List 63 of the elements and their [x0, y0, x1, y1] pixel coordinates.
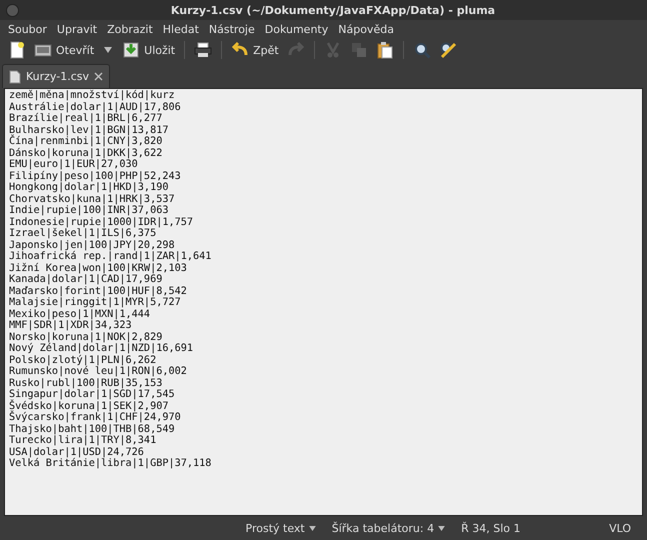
text-line: Turecko|lira|1|TRY|8,341 [9, 435, 158, 446]
menu-item[interactable]: Nápověda [333, 22, 399, 36]
text-line: Indie|rupie|100|INR|37,063 [9, 205, 170, 216]
save-icon [122, 41, 140, 59]
printer-icon [194, 41, 212, 59]
text-line: Chorvatsko|kuna|1|HRK|3,537 [9, 194, 176, 205]
replace-icon [438, 41, 457, 59]
menu-item[interactable]: Zobrazit [102, 22, 158, 36]
paste-icon [376, 41, 394, 59]
document-icon [9, 70, 21, 84]
text-line: Kanada|dolar|1|CAD|17,969 [9, 274, 164, 286]
text-line: Polsko|zlotý|1|PLN|6,262 [9, 354, 158, 366]
text-line: Švédsko|koruna|1|SEK|2,907 [9, 400, 168, 412]
text-line: Brazílie|real|1|BRL|6,277 [9, 113, 164, 124]
text-line: Velká Británie|libra|1|GBP|37,118 [9, 458, 212, 470]
caret-icon [308, 526, 316, 530]
text-line: Izrael|šekel|1|ILS|6,375 [9, 228, 158, 240]
text-line: Singapur|dolar|1|SGD|17,545 [9, 389, 176, 400]
document-tab[interactable]: Kurzy-1.csv [2, 64, 110, 88]
text-line: Bulharsko|lev|1|BGN|13,817 [9, 124, 170, 136]
text-line: USA|dolar|1|USD|24,726 [9, 446, 145, 458]
menu-item[interactable]: Soubor [3, 22, 52, 36]
tab-width-selector[interactable]: Šířka tabelátoru: 4 [324, 522, 454, 534]
save-button[interactable]: Uložit [119, 39, 178, 61]
text-line: Filipíny|peso|100|PHP|52,243 [9, 170, 182, 182]
text-line: MMF|SDR|1|XDR|34,323 [9, 320, 133, 332]
text-line: Nový Zéland|dolar|1|NZD|16,691 [9, 343, 194, 354]
text-line: Švýcarsko|frank|1|CHF|24,970 [9, 412, 182, 424]
text-line: Mexiko|peso|1|MXN|1,444 [9, 308, 152, 320]
menu-item[interactable]: Hledat [158, 22, 204, 36]
new-file-icon [8, 41, 26, 59]
syntax-selector[interactable]: Prostý text [238, 522, 324, 534]
close-icon[interactable] [94, 72, 104, 81]
text-line: Jihoafrická rep.|rand|1|ZAR|1,641 [9, 251, 212, 262]
text-line: Thajsko|baht|100|THB|68,549 [9, 424, 176, 435]
window-title: Kurzy-1.csv (~/Dokumenty/JavaFXApp/Data) - pluma [170, 4, 496, 16]
text-line: Jižní Korea|won|100|KRW|2,103 [9, 262, 188, 274]
caret-icon [438, 526, 446, 530]
open-button[interactable]: Otevřít [31, 39, 98, 61]
menu-item[interactable]: Nástroje [204, 22, 260, 36]
text-line: Norsko|koruna|1|NOK|2,829 [9, 332, 164, 342]
text-line: Indonesie|rupie|1000|IDR|1,757 [9, 216, 194, 228]
insert-mode: VLO [608, 522, 632, 534]
undo-button[interactable]: Zpět [228, 39, 282, 61]
text-line: Čína|renminbi|1|CNY|3,820 [9, 136, 162, 148]
text-line: Rumunsko|nové leu|1|RON|6,002 [9, 366, 188, 378]
text-line: Malajsie|ringgit|1|MYR|5,727 [9, 297, 182, 308]
dropdown-caret-icon[interactable] [104, 47, 112, 53]
tab-label: Kurzy-1.csv [26, 70, 90, 83]
menu-item[interactable]: Upravit [52, 22, 102, 36]
text-line: Rusko|rubl|100|RUB|35,153 [9, 378, 164, 389]
copy-icon [350, 41, 368, 59]
text-line: Austrálie|dolar|1|AUD|17,806 [9, 102, 182, 112]
cursor-position: Ř 34, Slo 1 [460, 522, 522, 534]
text-line: Maďarsko|forint|100|HUF|8,542 [9, 286, 188, 297]
text-line: Hongkong|dolar|1|HKD|3,190 [9, 182, 170, 194]
text-line: Japonsko|jen|100|JPY|20,298 [9, 240, 176, 250]
search-icon [412, 41, 431, 59]
text-line: Dánsko|koruna|1|DKK|3,622 [9, 148, 164, 159]
text-line: EMU|euro|1|EUR|27,030 [9, 159, 139, 170]
text-editor[interactable] [4, 88, 643, 516]
menu-item[interactable]: Dokumenty [260, 22, 334, 36]
text-line: země|měna|množství|kód|kurz [9, 90, 176, 102]
